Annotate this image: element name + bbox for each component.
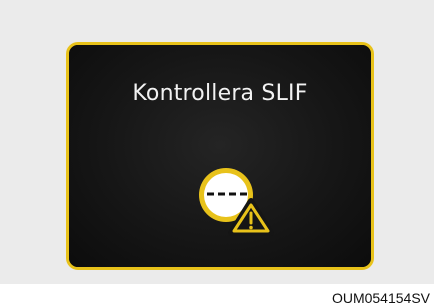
slif-warning-icon [199, 168, 274, 236]
cluster-display: Kontrollera SLIF [66, 42, 374, 270]
warning-message: Kontrollera SLIF [132, 81, 308, 106]
figure-code: OUM054154SV [331, 290, 430, 306]
